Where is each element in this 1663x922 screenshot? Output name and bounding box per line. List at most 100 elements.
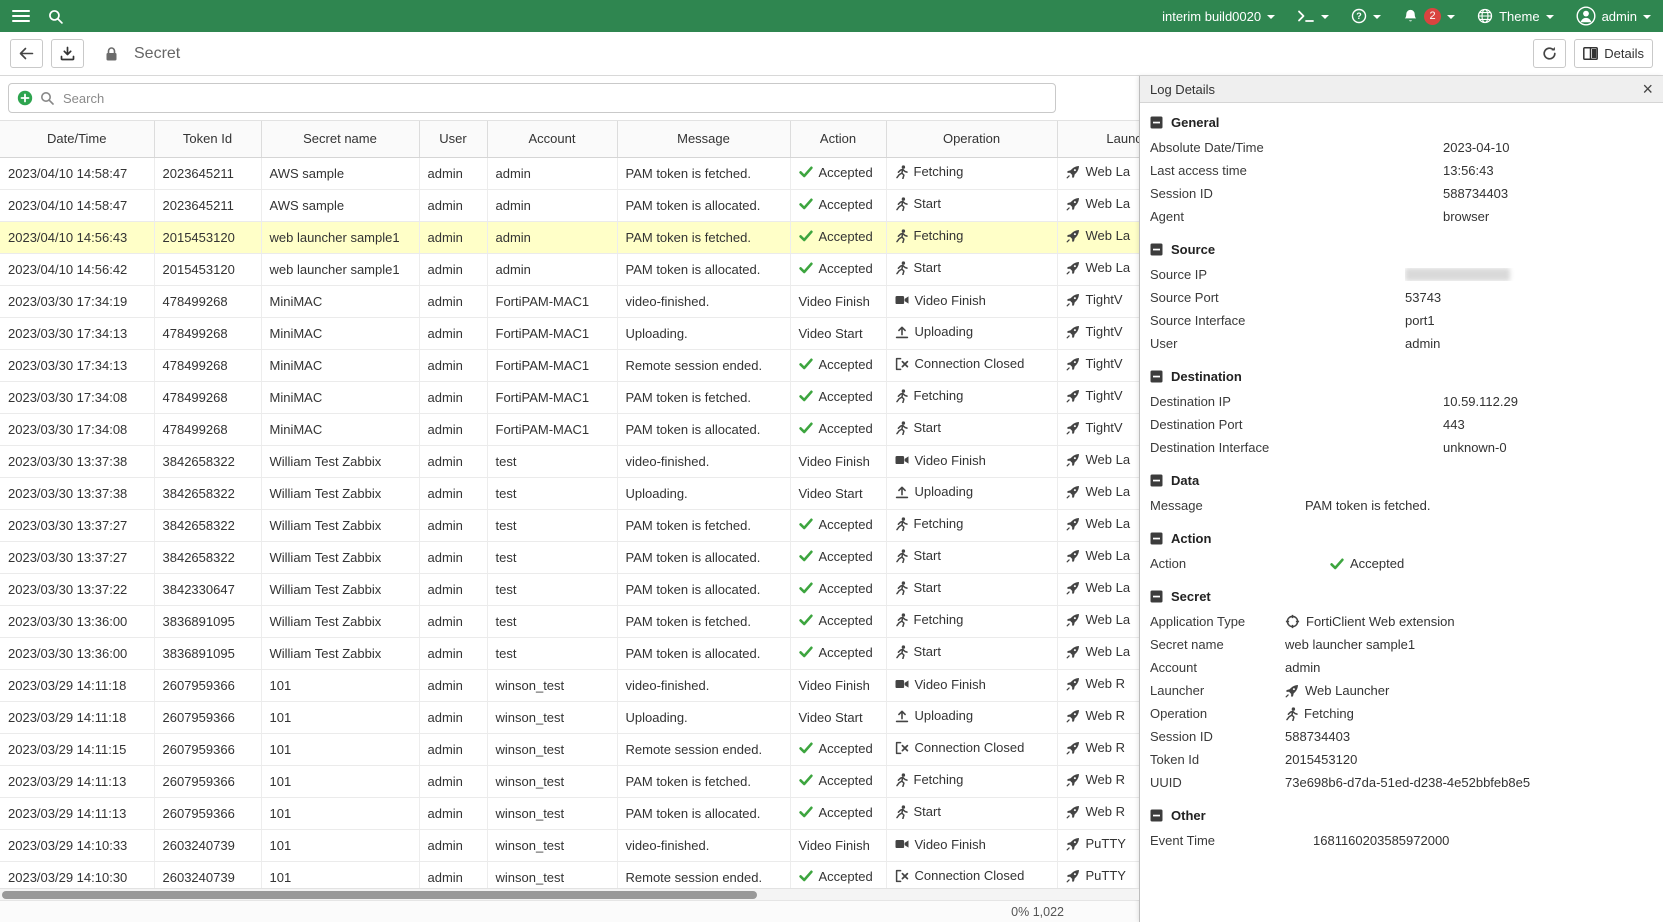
column-header-token-id[interactable]: Token Id: [154, 121, 261, 157]
column-header-operation[interactable]: Operation: [886, 121, 1057, 157]
section-toggle-secret[interactable]: Secret: [1150, 589, 1649, 604]
launcher-rocket-icon: [1066, 229, 1080, 243]
section-toggle-other[interactable]: Other: [1150, 808, 1649, 823]
accepted-check-icon: [799, 390, 813, 402]
cell-message: Uploading.: [617, 701, 790, 733]
details-section-secret: SecretApplication TypeFortiClient Web ex…: [1150, 589, 1649, 794]
cell-message: video-finished.: [617, 285, 790, 317]
user-dropdown[interactable]: admin: [1576, 6, 1651, 26]
detail-value-text: 1681160203585972000: [1313, 829, 1449, 852]
table-row[interactable]: 2023/03/30 17:34:19478499268MiniMACadmin…: [0, 285, 1139, 317]
launcher-label: TightV: [1086, 420, 1123, 435]
table-row[interactable]: 2023/03/30 13:37:383842658322William Tes…: [0, 445, 1139, 477]
table-row[interactable]: 2023/03/30 13:37:383842658322William Tes…: [0, 477, 1139, 509]
cell-launcher: Web R: [1057, 669, 1139, 701]
section-toggle-data[interactable]: Data: [1150, 473, 1649, 488]
cell-token-id: 478499268: [154, 285, 261, 317]
operation-label: Start: [914, 420, 941, 435]
table-row[interactable]: 2023/04/10 14:58:472023645211AWS samplea…: [0, 157, 1139, 189]
detail-value: 1681160203585972000: [1313, 829, 1649, 852]
table-row[interactable]: 2023/03/29 14:11:132607959366101adminwin…: [0, 765, 1139, 797]
cell-launcher: TightV: [1057, 413, 1139, 445]
cell-token-id: 2015453120: [154, 221, 261, 253]
cell-datetime: 2023/03/30 13:37:27: [0, 541, 154, 573]
table-row[interactable]: 2023/03/30 17:34:08478499268MiniMACadmin…: [0, 381, 1139, 413]
cell-datetime: 2023/04/10 14:58:47: [0, 157, 154, 189]
detail-row: Secret nameweb launcher sample1: [1150, 633, 1649, 656]
close-icon[interactable]: ×: [1642, 80, 1653, 98]
detail-value-text: 10.59.112.29: [1443, 390, 1518, 413]
section-toggle-source[interactable]: Source: [1150, 242, 1649, 257]
table-row[interactable]: 2023/03/29 14:11:132607959366101adminwin…: [0, 797, 1139, 829]
table-row[interactable]: 2023/03/30 13:37:273842658322William Tes…: [0, 541, 1139, 573]
refresh-button[interactable]: [1533, 39, 1566, 68]
build-dropdown[interactable]: interim build0020: [1162, 9, 1275, 24]
upload-icon: [895, 709, 909, 723]
detail-row: Absolute Date/Time2023-04-10: [1150, 136, 1649, 159]
table-row[interactable]: 2023/03/30 13:36:003836891095William Tes…: [0, 637, 1139, 669]
detail-value-text: browser: [1443, 205, 1489, 228]
details-toggle-button[interactable]: Details: [1574, 39, 1653, 68]
download-button[interactable]: [51, 39, 84, 68]
column-header-secret-name[interactable]: Secret name: [261, 121, 419, 157]
column-header-date-time[interactable]: Date/Time: [0, 121, 154, 157]
detail-value-text: 443: [1443, 413, 1465, 436]
table-row[interactable]: 2023/03/30 17:34:08478499268MiniMACadmin…: [0, 413, 1139, 445]
cli-console-dropdown[interactable]: [1297, 9, 1329, 23]
column-header-launcher[interactable]: Launcher: [1057, 121, 1139, 157]
launcher-label: Web La: [1086, 516, 1131, 531]
table-row[interactable]: 2023/04/10 14:56:422015453120web launche…: [0, 253, 1139, 285]
back-button[interactable]: [10, 39, 43, 68]
table-row[interactable]: 2023/03/29 14:10:302603240739101adminwin…: [0, 861, 1139, 888]
table-row[interactable]: 2023/03/30 13:37:223842330647William Tes…: [0, 573, 1139, 605]
details-button-label: Details: [1604, 46, 1644, 61]
section-toggle-general[interactable]: General: [1150, 115, 1649, 130]
table-row[interactable]: 2023/03/29 14:10:332603240739101adminwin…: [0, 829, 1139, 861]
cell-secret-name: William Test Zabbix: [261, 605, 419, 637]
column-header-account[interactable]: Account: [487, 121, 617, 157]
horizontal-scrollbar[interactable]: [0, 888, 1139, 900]
table-row[interactable]: 2023/03/29 14:11:182607959366101adminwin…: [0, 701, 1139, 733]
theme-dropdown[interactable]: Theme: [1477, 8, 1553, 24]
table-row[interactable]: 2023/03/30 13:36:003836891095William Tes…: [0, 605, 1139, 637]
cell-operation: Connection Closed: [886, 349, 1057, 381]
table-row[interactable]: 2023/03/29 14:11:152607959366101adminwin…: [0, 733, 1139, 765]
cell-action: Video Finish: [790, 285, 886, 317]
detail-label: Token Id: [1150, 748, 1285, 771]
header-row: Date/TimeToken IdSecret nameUserAccountM…: [0, 121, 1139, 157]
details-section-source: SourceSource IPSource Port53743Source In…: [1150, 242, 1649, 355]
operation-label: Video Finish: [915, 837, 986, 852]
cell-operation: Video Finish: [886, 285, 1057, 317]
section-toggle-action[interactable]: Action: [1150, 531, 1649, 546]
download-icon: [60, 46, 75, 61]
add-filter-icon[interactable]: [17, 90, 33, 106]
table-row[interactable]: 2023/03/29 14:11:182607959366101adminwin…: [0, 669, 1139, 701]
table-row[interactable]: 2023/03/30 17:34:13478499268MiniMACadmin…: [0, 317, 1139, 349]
launcher-rocket-icon: [1066, 389, 1080, 403]
column-header-message[interactable]: Message: [617, 121, 790, 157]
runner-icon: [895, 421, 908, 435]
notifications-dropdown[interactable]: 2: [1403, 8, 1455, 25]
detail-label: Session ID: [1150, 725, 1285, 748]
search-input[interactable]: [61, 90, 1047, 107]
launcher-rocket-icon: [1066, 581, 1080, 595]
cell-account: FortiPAM-MAC1: [487, 285, 617, 317]
runner-icon: [895, 581, 908, 595]
section-toggle-destination[interactable]: Destination: [1150, 369, 1649, 384]
cell-action: Accepted: [790, 381, 886, 413]
cell-token-id: 478499268: [154, 317, 261, 349]
column-header-user[interactable]: User: [419, 121, 487, 157]
detail-label: User: [1150, 332, 1405, 355]
menu-button[interactable]: [12, 9, 30, 23]
navbar-search-button[interactable]: [48, 9, 63, 24]
table-row[interactable]: 2023/04/10 14:56:432015453120web launche…: [0, 221, 1139, 253]
cell-operation: Start: [886, 797, 1057, 829]
help-dropdown[interactable]: ?: [1351, 8, 1381, 24]
table-row[interactable]: 2023/03/30 13:37:273842658322William Tes…: [0, 509, 1139, 541]
detail-row: Event Time1681160203585972000: [1150, 829, 1649, 852]
column-header-action[interactable]: Action: [790, 121, 886, 157]
table-row[interactable]: 2023/03/30 17:34:13478499268MiniMACadmin…: [0, 349, 1139, 381]
table-row[interactable]: 2023/04/10 14:58:472023645211AWS samplea…: [0, 189, 1139, 221]
cell-token-id: 2015453120: [154, 253, 261, 285]
scrollbar-thumb[interactable]: [2, 891, 757, 899]
